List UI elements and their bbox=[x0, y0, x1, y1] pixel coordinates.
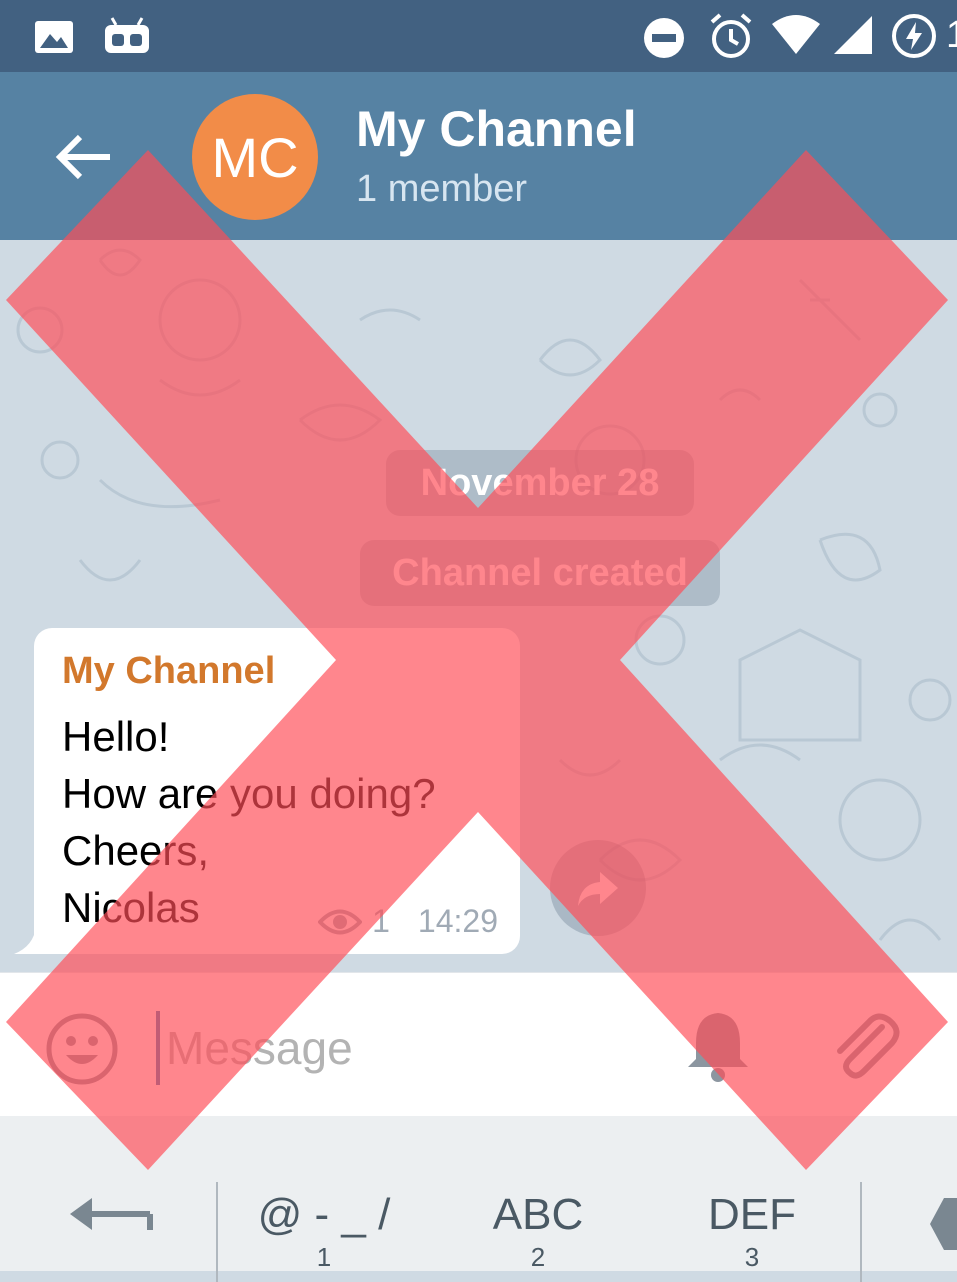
avatar-initials: MC bbox=[211, 125, 299, 189]
message-text: Hello! How are you doing? Cheers, Nicola… bbox=[62, 713, 436, 931]
eye-icon bbox=[318, 909, 363, 934]
key-2-digit: 2 bbox=[530, 1242, 546, 1272]
message-meta: 1 14:29 bbox=[318, 903, 498, 940]
android-icon bbox=[105, 17, 149, 53]
smiley-icon[interactable] bbox=[44, 1011, 120, 1087]
service-message: Channel created bbox=[360, 540, 720, 606]
wifi-icon bbox=[772, 15, 820, 54]
key-1-digit: 1 bbox=[316, 1242, 332, 1272]
channel-member-count: 1 member bbox=[356, 168, 528, 210]
status-partial-text: 1 bbox=[946, 14, 957, 56]
date-separator: November 28 bbox=[386, 450, 694, 516]
keyboard-back-arrow-icon[interactable] bbox=[70, 1194, 156, 1234]
key-2-label: ABC bbox=[492, 1190, 584, 1239]
message-input[interactable] bbox=[156, 1011, 666, 1085]
key-3[interactable]: DEF 3 bbox=[662, 1190, 842, 1273]
avatar[interactable]: MC bbox=[192, 94, 318, 220]
paperclip-icon[interactable] bbox=[826, 1007, 902, 1083]
share-arrow-icon bbox=[578, 872, 618, 906]
share-button[interactable] bbox=[550, 840, 646, 936]
back-arrow-icon[interactable] bbox=[50, 132, 116, 182]
key-3-digit: 3 bbox=[744, 1242, 760, 1272]
backspace-icon[interactable] bbox=[930, 1194, 957, 1254]
do-not-disturb-icon bbox=[644, 18, 684, 58]
keyboard-divider-right bbox=[860, 1182, 862, 1282]
message-bubble[interactable]: My Channel Hello! How are you doing? Che… bbox=[34, 628, 520, 954]
battery-charging-icon bbox=[892, 14, 936, 58]
key-3-label: DEF bbox=[708, 1190, 796, 1239]
bell-icon[interactable] bbox=[686, 1007, 750, 1083]
signal-icon bbox=[834, 16, 872, 54]
date-label: November 28 bbox=[420, 461, 660, 504]
message-author[interactable]: My Channel bbox=[62, 650, 275, 693]
key-1-label: @ - _ / bbox=[257, 1190, 391, 1239]
message-views: 1 bbox=[372, 903, 390, 939]
alarm-icon bbox=[710, 13, 752, 58]
keyboard-divider bbox=[216, 1182, 218, 1282]
message-time: 14:29 bbox=[417, 903, 498, 939]
image-icon bbox=[35, 21, 73, 53]
chat-header: MC My Channel 1 member bbox=[0, 72, 957, 240]
key-1[interactable]: @ - _ / 1 bbox=[234, 1190, 414, 1273]
key-2[interactable]: ABC 2 bbox=[448, 1190, 628, 1273]
channel-title[interactable]: My Channel bbox=[356, 100, 637, 158]
status-bar: 1 bbox=[0, 0, 957, 72]
keyboard: @ - _ / 1 ABC 2 DEF 3 bbox=[0, 1116, 957, 1282]
message-input-bar bbox=[0, 972, 957, 1117]
service-message-text: Channel created bbox=[392, 551, 688, 594]
